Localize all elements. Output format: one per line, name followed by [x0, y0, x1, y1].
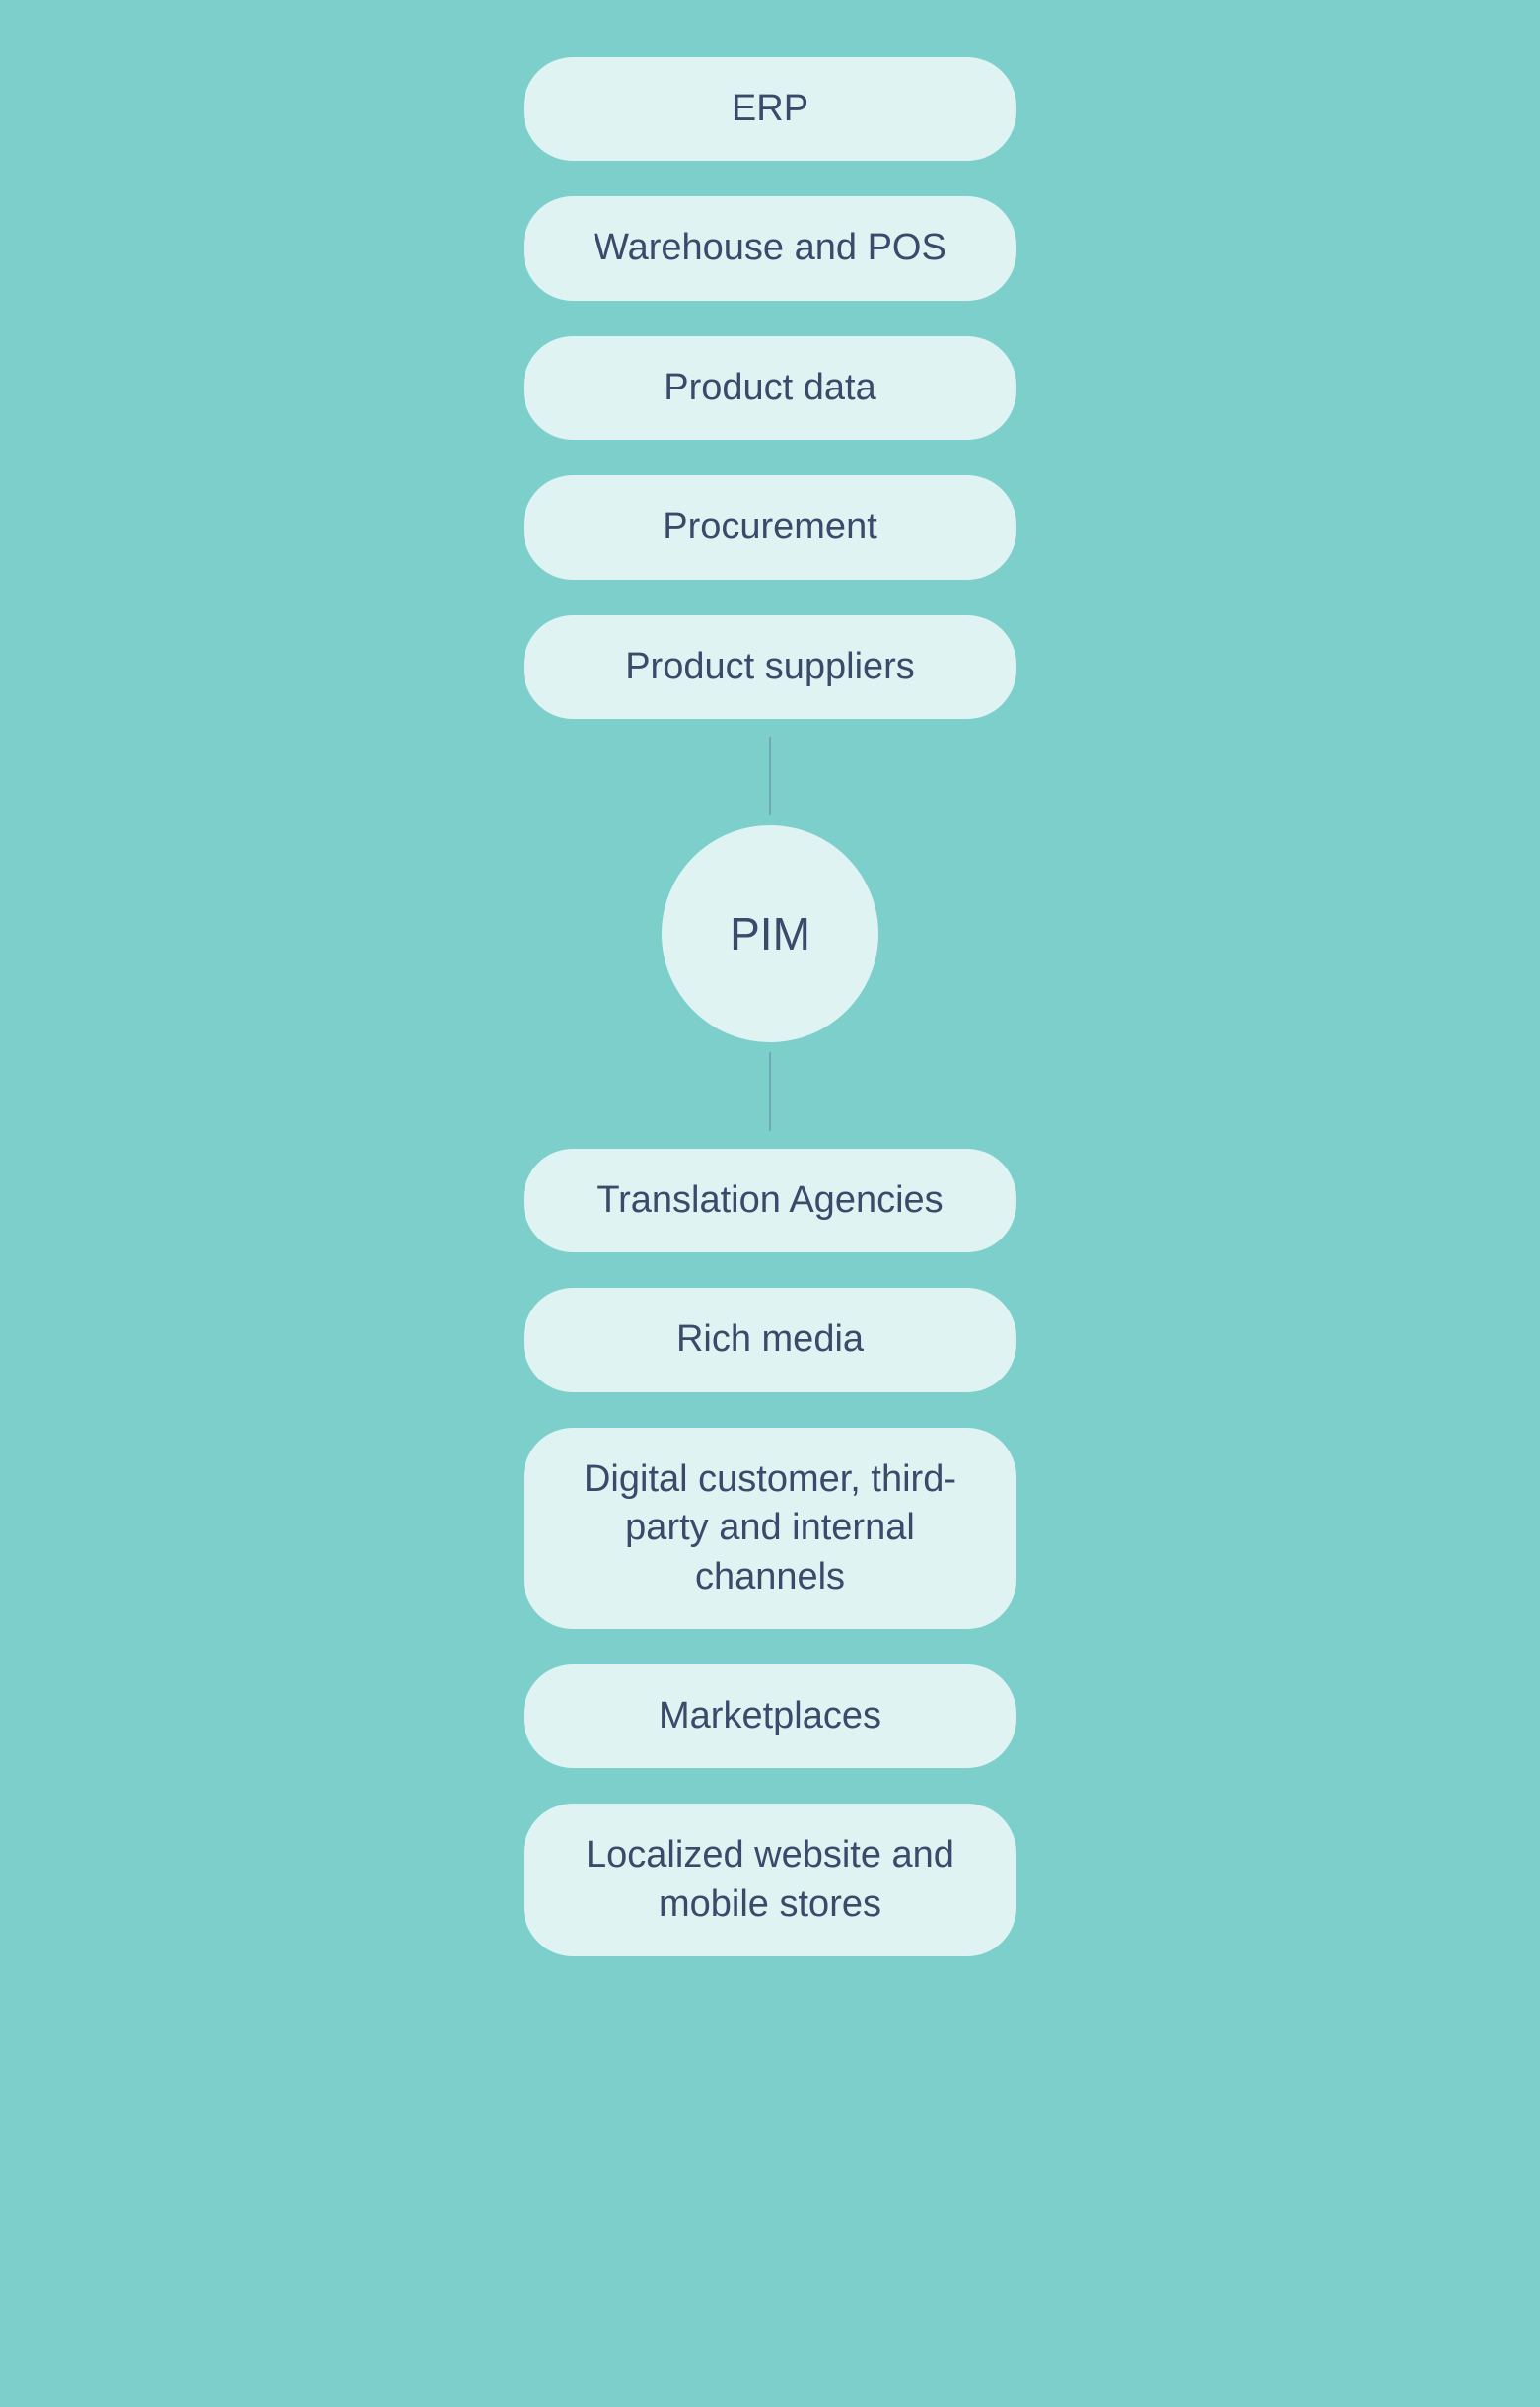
connector-above — [769, 737, 771, 815]
box-erp: ERP — [524, 57, 1016, 161]
box-product-data: Product data — [524, 336, 1016, 440]
box-translation-agencies: Translation Agencies — [524, 1149, 1016, 1252]
box-warehouse-pos: Warehouse and POS — [524, 196, 1016, 300]
diagram-container: ERP Warehouse and POS Product data Procu… — [0, 39, 1540, 1974]
box-marketplaces: Marketplaces — [524, 1664, 1016, 1768]
box-digital-customer: Digital customer, third-party and intern… — [524, 1428, 1016, 1629]
box-localized-website: Localized website and mobile stores — [524, 1804, 1016, 1956]
box-procurement: Procurement — [524, 475, 1016, 579]
box-product-suppliers: Product suppliers — [524, 615, 1016, 719]
connector-below — [769, 1052, 771, 1131]
box-rich-media: Rich media — [524, 1288, 1016, 1391]
pim-circle: PIM — [662, 825, 878, 1042]
